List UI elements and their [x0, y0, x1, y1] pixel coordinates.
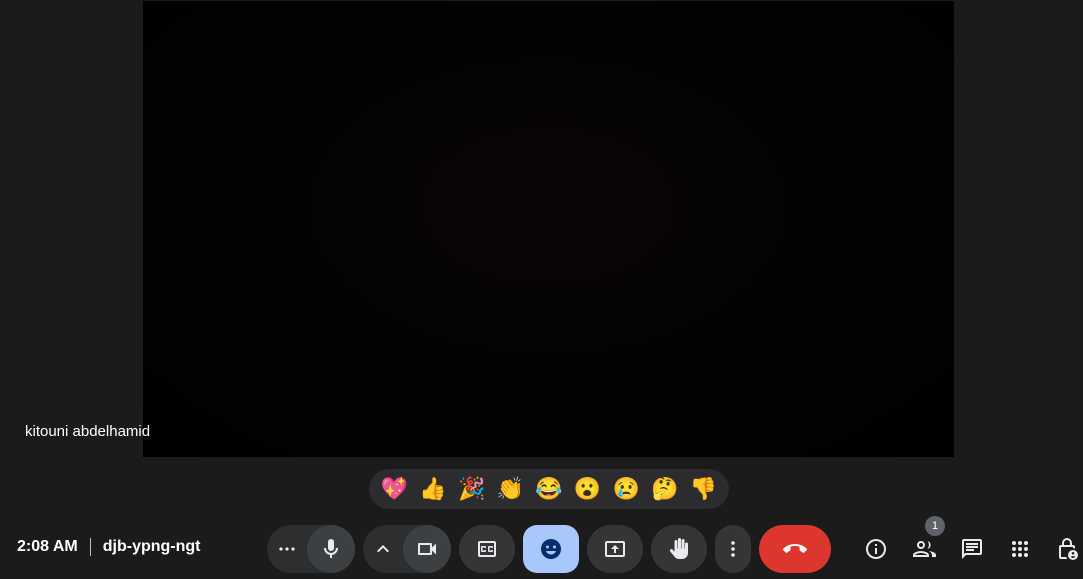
thumbs-down-reaction[interactable]: 👎 [688, 473, 720, 505]
chat-button[interactable] [956, 533, 988, 565]
meeting-details-button[interactable] [860, 533, 892, 565]
leave-call-button[interactable] [759, 525, 831, 573]
chat-icon [962, 539, 982, 559]
microphone-button[interactable] [307, 525, 355, 573]
thumbs-up-reaction[interactable]: 👍 [417, 473, 449, 505]
smiley-icon [541, 539, 561, 559]
call-end-icon [783, 544, 807, 553]
videocam-icon [418, 543, 436, 555]
reactions-bar: 💖 👍 🎉 👏 😂 😮 😢 🤔 👎 [369, 469, 729, 509]
participant-name-label: kitouni abdelhamid [25, 423, 151, 440]
meeting-code: djb-ypng-ngt [102, 538, 201, 555]
hand-icon [669, 538, 688, 559]
camera-options-button[interactable] [363, 525, 403, 573]
camera-control-group [363, 525, 451, 573]
more-options-button[interactable] [715, 525, 751, 573]
meeting-info-divider [89, 538, 91, 556]
apps-grid-icon [1012, 541, 1028, 557]
crying-reaction[interactable]: 😢 [610, 473, 642, 505]
send-reaction-button[interactable] [523, 525, 579, 573]
raise-hand-button[interactable] [651, 525, 707, 573]
people-button[interactable] [908, 533, 940, 565]
audio-options-button[interactable] [267, 525, 307, 573]
present-now-button[interactable] [587, 525, 643, 573]
host-controls-button[interactable] [1051, 533, 1083, 565]
clapping-reaction[interactable]: 👏 [494, 473, 526, 505]
activities-button[interactable] [1004, 533, 1036, 565]
people-icon [913, 541, 936, 557]
meeting-info: 2:08 AM djb-ypng-ngt [17, 538, 201, 556]
camera-button[interactable] [403, 525, 451, 573]
thinking-reaction[interactable]: 🤔 [649, 473, 681, 505]
chevron-up-icon [377, 545, 389, 553]
surprised-reaction[interactable]: 😮 [572, 473, 604, 505]
closed-caption-icon [478, 541, 496, 557]
meeting-time: 2:08 AM [17, 538, 78, 555]
more-horiz-icon [279, 547, 295, 551]
captions-button[interactable] [459, 525, 515, 573]
lock-person-icon [1059, 538, 1078, 560]
present-screen-icon [605, 541, 625, 557]
sparkling-heart-reaction[interactable]: 💖 [378, 473, 410, 505]
party-popper-reaction[interactable]: 🎉 [456, 473, 488, 505]
laughing-reaction[interactable]: 😂 [533, 473, 565, 505]
mic-icon [324, 539, 338, 558]
participant-count-badge: 1 [925, 516, 945, 536]
audio-control-group [267, 525, 355, 573]
main-video-tile [143, 1, 954, 457]
more-vert-icon [731, 541, 735, 557]
info-icon [866, 539, 886, 559]
